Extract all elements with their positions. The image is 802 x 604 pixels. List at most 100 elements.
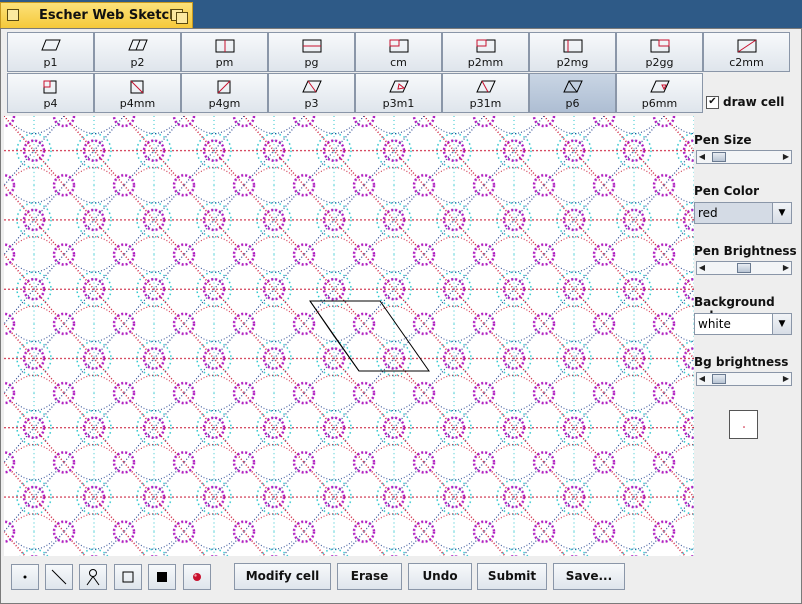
pen-brightness-label: Pen Brightness <box>694 244 797 258</box>
dot-tool-icon <box>23 575 27 579</box>
window-title-tab[interactable]: Escher Web Sketch <box>0 2 193 28</box>
dot-tool-button[interactable] <box>11 564 39 590</box>
drawing-canvas[interactable] <box>4 116 694 556</box>
red-ball-tool-icon <box>193 573 201 581</box>
slider-right-arrow-icon[interactable]: ▶ <box>781 151 791 163</box>
c2mm-icon <box>737 38 757 58</box>
stamp-tool-icon <box>86 569 100 586</box>
group-button-p6mm[interactable]: p6mm <box>616 73 703 113</box>
tiling-pattern[interactable] <box>4 116 694 556</box>
group-button-p4[interactable]: p4 <box>7 73 94 113</box>
group-button-p2mg[interactable]: p2mg <box>529 32 616 72</box>
group-button-label: p3m1 <box>382 97 415 110</box>
pen-color-value: red <box>698 206 718 220</box>
group-button-label: p4mm <box>119 97 156 110</box>
p2-icon <box>127 38 148 58</box>
group-button-p3m1[interactable]: p3m1 <box>355 73 442 113</box>
checkbox-mark[interactable]: ✔ <box>706 96 719 109</box>
p3m1-icon <box>388 79 409 99</box>
p2mg-icon <box>563 38 583 58</box>
chevron-down-icon[interactable]: ▼ <box>772 203 791 223</box>
p3-icon <box>301 79 322 99</box>
group-button-p4gm[interactable]: p4gm <box>181 73 268 113</box>
title-bar: Escher Web Sketch <box>0 0 802 28</box>
p1-icon <box>40 38 61 58</box>
group-button-label: p2mg <box>556 56 589 69</box>
modify-cell-button[interactable]: Modify cell <box>234 563 331 590</box>
p4mm-icon <box>128 79 148 99</box>
slider-thumb[interactable] <box>712 152 726 162</box>
p4-icon <box>41 79 61 99</box>
submit-button[interactable]: Submit <box>477 563 547 590</box>
group-button-label: p4 <box>43 97 58 110</box>
slider-right-arrow-icon[interactable]: ▶ <box>781 262 791 274</box>
slider-thumb[interactable] <box>712 374 726 384</box>
p4gm-icon <box>215 79 235 99</box>
group-button-label: pg <box>304 56 319 69</box>
group-button-pg[interactable]: pg <box>268 32 355 72</box>
group-button-p2[interactable]: p2 <box>94 32 181 72</box>
pen-size-slider[interactable]: ◀ ▶ <box>696 150 792 164</box>
group-button-p2mm[interactable]: p2mm <box>442 32 529 72</box>
chevron-down-icon[interactable]: ▼ <box>772 314 791 334</box>
group-button-p31m[interactable]: p31m <box>442 73 529 113</box>
window-title: Escher Web Sketch <box>39 8 179 23</box>
window-menu-icon[interactable] <box>7 9 19 21</box>
p6mm-icon <box>649 79 670 99</box>
pen-color-label: Pen Color <box>694 184 759 198</box>
line-tool-button[interactable] <box>45 564 73 590</box>
filled-rect-tool-icon <box>157 572 167 582</box>
group-button-label: p2gg <box>645 56 674 69</box>
draw-cell-label: draw cell <box>723 95 785 109</box>
draw-cell-checkbox[interactable]: ✔ draw cell <box>706 95 784 109</box>
pg-icon <box>302 38 322 58</box>
group-button-label: p31m <box>469 97 502 110</box>
red-ball-tool-button[interactable] <box>183 564 211 590</box>
p6-icon <box>562 79 583 99</box>
save-button[interactable]: Save... <box>553 563 625 590</box>
group-button-label: pm <box>215 56 234 69</box>
group-button-pm[interactable]: pm <box>181 32 268 72</box>
pen-preview-swatch <box>729 410 758 439</box>
pen-size-label: Pen Size <box>694 133 752 147</box>
bg-brightness-slider[interactable]: ◀ ▶ <box>696 372 792 386</box>
slider-left-arrow-icon[interactable]: ◀ <box>697 373 707 385</box>
group-button-label: p1 <box>43 56 58 69</box>
slider-thumb[interactable] <box>737 263 751 273</box>
group-button-label: cm <box>390 56 407 69</box>
group-button-label: p2mm <box>467 56 504 69</box>
background-color-value: white <box>698 317 731 331</box>
outline-rect-tool-button[interactable] <box>114 564 142 590</box>
group-button-label: p6 <box>565 97 580 110</box>
slider-left-arrow-icon[interactable]: ◀ <box>697 262 707 274</box>
p2gg-icon <box>650 38 670 58</box>
erase-button[interactable]: Erase <box>337 563 402 590</box>
group-button-p2gg[interactable]: p2gg <box>616 32 703 72</box>
group-button-c2mm[interactable]: c2mm <box>703 32 790 72</box>
background-color-select[interactable]: white ▼ <box>694 313 792 335</box>
group-button-label: p6mm <box>641 97 678 110</box>
group-button-p1[interactable]: p1 <box>7 32 94 72</box>
maximize-icon[interactable] <box>176 12 188 24</box>
slider-right-arrow-icon[interactable]: ▶ <box>781 373 791 385</box>
outline-rect-tool-icon <box>122 571 134 583</box>
p31m-icon <box>475 79 496 99</box>
filled-rect-tool-button[interactable] <box>148 564 176 590</box>
bg-brightness-label: Bg brightness <box>694 355 789 369</box>
undo-button[interactable]: Undo <box>408 563 472 590</box>
group-button-p3[interactable]: p3 <box>268 73 355 113</box>
group-button-label: p3 <box>304 97 319 110</box>
group-button-p4mm[interactable]: p4mm <box>94 73 181 113</box>
group-button-label: p4gm <box>208 97 241 110</box>
slider-left-arrow-icon[interactable]: ◀ <box>697 151 707 163</box>
p2mm-icon <box>476 38 496 58</box>
group-button-cm[interactable]: cm <box>355 32 442 72</box>
pen-brightness-slider[interactable]: ◀ ▶ <box>696 261 792 275</box>
group-button-label: p2 <box>130 56 145 69</box>
line-tool-icon <box>51 569 67 585</box>
pm-icon <box>215 38 235 58</box>
pen-color-select[interactable]: red ▼ <box>694 202 792 224</box>
group-button-p6[interactable]: p6 <box>529 73 616 113</box>
stamp-tool-button[interactable] <box>79 564 107 590</box>
group-button-label: c2mm <box>729 56 764 69</box>
